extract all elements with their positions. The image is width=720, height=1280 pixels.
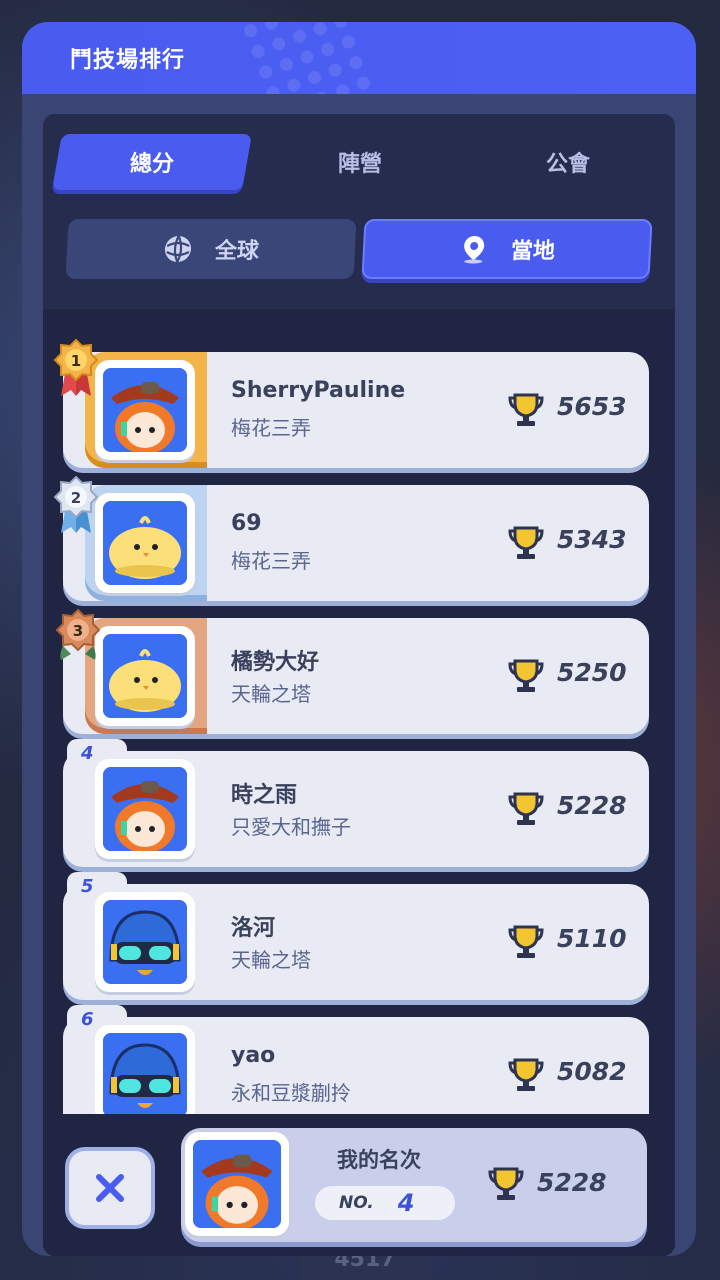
svg-text:2: 2 <box>71 489 81 507</box>
blue-helmet-avatar-icon <box>103 900 187 984</box>
avatar <box>95 626 195 726</box>
player-name: SherryPauline <box>231 378 406 403</box>
my-rank-card[interactable]: 我的名次 NO. 4 5228 <box>181 1128 647 1242</box>
location-pin-icon <box>458 234 490 264</box>
tab-bar: 總分 陣營 公會 全球 當地 <box>43 114 675 309</box>
yellow-chick-avatar-icon <box>103 501 187 585</box>
trophy-icon <box>507 525 545 561</box>
trophy-icon <box>507 791 545 827</box>
avatar <box>95 759 195 859</box>
trophy-icon <box>507 392 545 428</box>
globe-icon <box>162 234 194 264</box>
player-score: 5653 <box>557 392 627 421</box>
avatar <box>95 493 195 593</box>
tab-faction[interactable]: 陣營 <box>265 134 455 190</box>
red-hat-girl-avatar-icon <box>193 1140 281 1228</box>
scope-global-label: 全球 <box>214 239 260 264</box>
no-label: NO. <box>339 1193 374 1213</box>
scope-global-button[interactable]: 全球 <box>65 219 357 279</box>
player-guild: 只愛大和撫子 <box>231 815 351 839</box>
player-guild: 天輪之塔 <box>231 948 311 972</box>
red-hat-girl-avatar-icon <box>103 767 187 851</box>
red-hat-girl-avatar-icon <box>103 368 187 452</box>
yellow-chick-avatar-icon <box>103 634 187 718</box>
close-icon <box>96 1174 124 1202</box>
player-guild: 永和豆漿蒯拎 <box>231 1081 351 1105</box>
leaderboard-row-2[interactable]: 2 69 梅花三弄 5343 <box>53 475 649 601</box>
ranking-body: 總分 陣營 公會 全球 當地 1 SherryPauline 梅花三弄 5653… <box>43 114 675 1256</box>
rank-frame-gold <box>85 352 207 468</box>
close-button[interactable] <box>65 1147 155 1229</box>
bronze-medal-icon: 3 <box>53 608 103 668</box>
player-name: 洛河 <box>231 916 276 941</box>
scope-local-button[interactable]: 當地 <box>361 219 653 279</box>
svg-text:1: 1 <box>71 352 81 370</box>
gold-medal-icon: 1 <box>51 338 101 398</box>
player-score: 5110 <box>557 924 627 953</box>
my-score: 5228 <box>537 1168 607 1197</box>
player-score: 5343 <box>557 525 627 554</box>
rank-frame-silver <box>85 485 207 601</box>
trophy-icon <box>507 1057 545 1093</box>
my-rank-label: 我的名次 <box>337 1148 421 1172</box>
player-score: 5250 <box>557 658 627 687</box>
player-name: 69 <box>231 511 262 536</box>
my-rank-number-pill: NO. 4 <box>315 1186 455 1220</box>
blue-helmet-avatar-icon <box>103 1033 187 1117</box>
scope-local-label: 當地 <box>510 239 556 264</box>
player-guild: 梅花三弄 <box>231 416 311 440</box>
svg-text:3: 3 <box>73 622 83 640</box>
trophy-icon <box>507 924 545 960</box>
player-guild: 天輪之塔 <box>231 682 311 706</box>
header-decoration <box>236 22 378 94</box>
panel-header: 鬥技場排行 <box>22 22 696 94</box>
tab-total-score[interactable]: 總分 <box>52 134 252 190</box>
leaderboard-row-5[interactable]: 5 洛河 天輪之塔 5110 <box>63 872 649 1000</box>
player-score: 5228 <box>557 791 627 820</box>
avatar <box>95 360 195 460</box>
my-avatar <box>185 1132 289 1236</box>
trophy-icon <box>487 1166 525 1202</box>
avatar <box>95 892 195 992</box>
player-name: 橘勢大好 <box>231 650 320 675</box>
arena-ranking-panel: 鬥技場排行 總分 陣營 公會 全球 當地 1 SherryPauline 梅花三… <box>22 22 696 1256</box>
trophy-icon <box>507 658 545 694</box>
player-name: yao <box>231 1043 276 1068</box>
rank-frame-bronze <box>85 618 207 734</box>
avatar <box>95 1025 195 1125</box>
player-score: 5082 <box>557 1057 627 1086</box>
leaderboard-row-1[interactable]: 1 SherryPauline 梅花三弄 5653 <box>53 338 649 468</box>
tab-guild[interactable]: 公會 <box>473 134 663 190</box>
player-name: 時之雨 <box>231 783 298 808</box>
leaderboard-row-4[interactable]: 4 時之雨 只愛大和撫子 5228 <box>63 739 649 867</box>
leaderboard-row-3[interactable]: 3 橘勢大好 天輪之塔 5250 <box>55 608 649 734</box>
player-guild: 梅花三弄 <box>231 549 311 573</box>
panel-title: 鬥技場排行 <box>70 48 186 73</box>
silver-medal-icon: 2 <box>51 475 101 535</box>
my-rank-footer: 我的名次 NO. 4 5228 <box>43 1114 675 1256</box>
my-rank-number: 4 <box>397 1189 415 1217</box>
